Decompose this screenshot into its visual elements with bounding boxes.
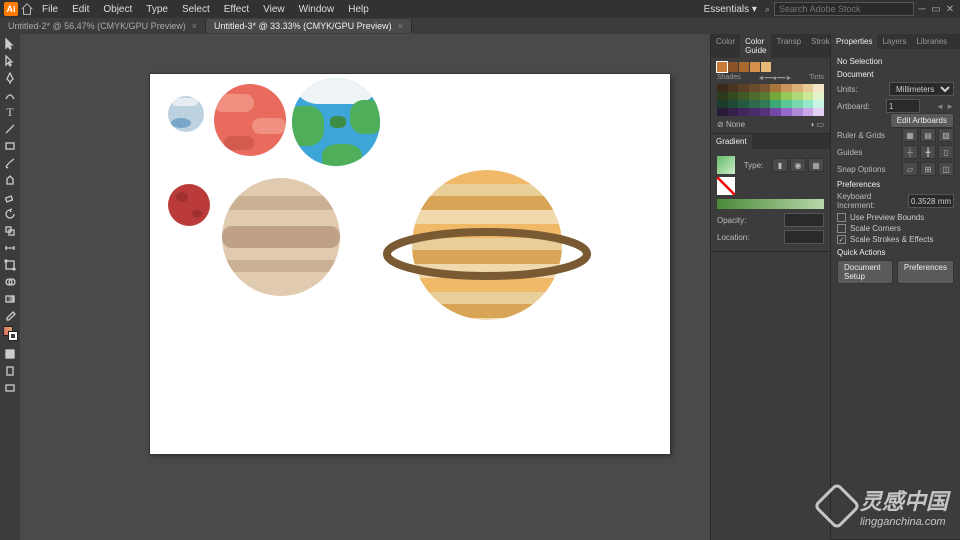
screen-mode-icon[interactable] (2, 380, 18, 396)
tab-transparency[interactable]: Transp (771, 34, 806, 58)
properties-panel: Properties Layers Libraries No Selection… (831, 34, 960, 540)
quick-actions-section: Quick Actions (837, 248, 954, 257)
artwork-saturn-ring (380, 224, 594, 284)
fill-stroke-indicator[interactable] (2, 325, 18, 345)
ruler-grid-buttons[interactable]: ▦▤▧ (902, 128, 954, 142)
none-swatch[interactable]: ⊘ None (717, 120, 745, 129)
guides-label: Guides (837, 148, 862, 157)
gradient-panel: Gradient Type: ▮◉▦ Opacity: Location: (711, 134, 830, 252)
artboard[interactable] (150, 74, 670, 454)
eyedropper-tool[interactable] (2, 308, 18, 324)
opacity-label: Opacity: (717, 216, 746, 225)
close-icon[interactable]: × (192, 21, 197, 31)
canvas[interactable] (20, 34, 710, 540)
draw-mode-icon[interactable] (2, 363, 18, 379)
menu-select[interactable]: Select (176, 2, 216, 17)
app-icon: Ai (4, 2, 18, 16)
pen-tool[interactable] (2, 70, 18, 86)
checkbox-scale-corners[interactable]: Scale Corners (837, 224, 954, 233)
harmony-swatches[interactable] (717, 62, 824, 72)
artwork-planet-beige (222, 178, 340, 296)
home-icon[interactable] (20, 2, 34, 16)
menu-edit[interactable]: Edit (66, 2, 95, 17)
menu-file[interactable]: File (36, 2, 64, 17)
tab-layers[interactable]: Layers (877, 34, 911, 49)
keyboard-increment-input[interactable] (908, 194, 954, 208)
menu-effect[interactable]: Effect (218, 2, 255, 17)
artwork-planet-blue (168, 96, 204, 132)
tab-doc-1[interactable]: Untitled-2* @ 56.47% (CMYK/GPU Preview)× (0, 19, 206, 33)
artwork-planet-maroon (168, 184, 210, 226)
width-tool[interactable] (2, 240, 18, 256)
search-input[interactable] (774, 2, 914, 16)
shape-builder-tool[interactable] (2, 274, 18, 290)
scale-tool[interactable] (2, 223, 18, 239)
document-tabs: Untitled-2* @ 56.47% (CMYK/GPU Preview)×… (0, 18, 960, 34)
snap-label: Snap Options (837, 165, 885, 174)
rectangle-tool[interactable] (2, 138, 18, 154)
document-section: Document (837, 70, 954, 79)
checkbox-preview-bounds[interactable]: Use Preview Bounds (837, 213, 954, 222)
tab-properties[interactable]: Properties (831, 34, 877, 49)
workspace-switcher[interactable]: Essentials ▾ (704, 4, 757, 15)
tab-gradient[interactable]: Gradient (711, 134, 752, 149)
ruler-grids-label: Ruler & Grids (837, 131, 885, 140)
artwork-planet-red (214, 84, 286, 156)
guides-buttons[interactable]: ┼╋▯ (902, 145, 954, 159)
curvature-tool[interactable] (2, 87, 18, 103)
tab-color-guide[interactable]: Color Guide (740, 34, 771, 58)
units-select[interactable]: Millimeters (889, 82, 954, 96)
selection-status: No Selection (837, 57, 954, 66)
gradient-type-label: Type: (744, 161, 764, 170)
close-icon[interactable]: × (398, 21, 403, 31)
color-guide-panel: Color Color Guide Transp Stroke Shades◄━… (711, 34, 830, 134)
edit-artboards-button[interactable]: Edit Artboards (890, 113, 954, 128)
menu-object[interactable]: Object (97, 2, 138, 17)
gradient-type-buttons[interactable]: ▮◉▦ (772, 158, 824, 172)
free-transform-tool[interactable] (2, 257, 18, 273)
gradient-ramp[interactable] (717, 199, 824, 209)
restore-icon[interactable]: ▭ (930, 4, 942, 15)
preferences-section: Preferences (837, 180, 954, 189)
artboard-input[interactable] (886, 99, 920, 113)
brush-tool[interactable] (2, 155, 18, 171)
menu-type[interactable]: Type (140, 2, 174, 17)
tab-doc-2[interactable]: Untitled-3* @ 33.33% (CMYK/GPU Preview)× (206, 19, 412, 33)
color-variations-grid[interactable] (717, 84, 824, 116)
close-icon[interactable]: ✕ (944, 4, 956, 15)
search-icon: ⌕ (765, 4, 770, 15)
rotate-tool[interactable] (2, 206, 18, 222)
direct-selection-tool[interactable] (2, 53, 18, 69)
menubar: Ai File Edit Object Type Select Effect V… (0, 0, 960, 18)
shaper-tool[interactable] (2, 172, 18, 188)
artwork-planet-earth (292, 78, 380, 166)
minimize-icon[interactable]: ─ (916, 4, 928, 15)
selection-tool[interactable] (2, 36, 18, 52)
tab-libraries[interactable]: Libraries (911, 34, 952, 49)
color-mode-icon[interactable] (2, 346, 18, 362)
preferences-button[interactable]: Preferences (897, 260, 954, 284)
eraser-tool[interactable] (2, 189, 18, 205)
color-wheel-icon[interactable]: ◑ (809, 120, 814, 129)
folder-icon[interactable]: ▭ (816, 120, 824, 129)
location-label: Location: (717, 233, 749, 242)
tools-panel: T (0, 34, 20, 540)
gradient-tool[interactable] (2, 291, 18, 307)
type-tool[interactable]: T (2, 104, 18, 120)
menu-view[interactable]: View (257, 2, 291, 17)
checkbox-scale-strokes[interactable]: ✓Scale Strokes & Effects (837, 235, 954, 244)
tab-color[interactable]: Color (711, 34, 740, 58)
menu-help[interactable]: Help (342, 2, 375, 17)
menu-window[interactable]: Window (293, 2, 341, 17)
snap-buttons[interactable]: ▱⊞◫ (902, 162, 954, 176)
right-panels: Color Color Guide Transp Stroke Shades◄━… (710, 34, 960, 540)
line-tool[interactable] (2, 121, 18, 137)
document-setup-button[interactable]: Document Setup (837, 260, 893, 284)
